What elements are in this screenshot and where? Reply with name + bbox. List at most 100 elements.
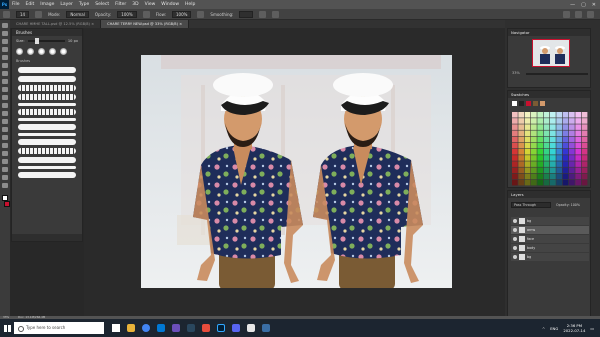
recent-swatch[interactable]	[512, 101, 517, 106]
color-swatch[interactable]	[569, 149, 575, 155]
path-select-tool-icon[interactable]	[2, 159, 8, 164]
color-swatch[interactable]	[537, 124, 544, 130]
navigator-zoom-value[interactable]: 33%	[512, 71, 520, 75]
eraser-tool-icon[interactable]	[2, 111, 8, 116]
taskbar-clock[interactable]: 2:36 PM 2022-07-14	[563, 323, 585, 333]
color-swatch[interactable]	[562, 161, 569, 167]
app-icon[interactable]	[247, 324, 255, 332]
color-swatch[interactable]	[562, 130, 569, 137]
color-swatch[interactable]	[569, 112, 575, 118]
color-swatch[interactable]	[550, 136, 556, 143]
color-swatch[interactable]	[575, 173, 582, 180]
background-color-swatch[interactable]	[3, 201, 10, 207]
layer-row[interactable]: arms	[511, 226, 589, 234]
lasso-tool-icon[interactable]	[2, 39, 8, 44]
color-swatch[interactable]	[518, 173, 525, 180]
notifications-icon[interactable]: ▭	[590, 326, 594, 331]
color-swatch[interactable]	[543, 118, 550, 124]
color-swatch[interactable]	[575, 161, 582, 167]
brush-tip[interactable]	[49, 48, 56, 55]
color-swatch[interactable]	[524, 130, 531, 137]
color-swatch[interactable]	[581, 173, 588, 180]
file-explorer-icon[interactable]	[127, 324, 135, 332]
color-swatch[interactable]	[531, 149, 537, 155]
color-swatch[interactable]	[550, 124, 556, 130]
brush-preset[interactable]	[18, 94, 76, 100]
color-swatch[interactable]	[575, 142, 582, 149]
brush-tip[interactable]	[60, 48, 67, 55]
color-swatch[interactable]	[562, 112, 569, 118]
menu-image[interactable]: Image	[37, 2, 57, 7]
recent-swatch[interactable]	[540, 101, 545, 106]
color-swatch[interactable]	[556, 149, 563, 155]
layer-row[interactable]: body	[511, 244, 589, 252]
menu-file[interactable]: File	[9, 2, 23, 7]
brush-preset[interactable]	[18, 148, 76, 154]
brush-preset[interactable]	[18, 67, 76, 73]
menu-window[interactable]: Window	[158, 2, 182, 7]
brush-tip[interactable]	[38, 48, 45, 55]
color-swatch[interactable]	[531, 124, 537, 130]
color-swatch[interactable]	[524, 161, 531, 167]
navigator-thumbnail[interactable]	[532, 39, 570, 67]
brush-size-picker[interactable]: 14	[16, 10, 30, 18]
color-swatch[interactable]	[562, 136, 569, 143]
eye-icon[interactable]	[513, 255, 517, 259]
color-swatch[interactable]	[550, 112, 556, 118]
navigator-zoom-slider[interactable]	[526, 73, 588, 75]
color-swatch[interactable]	[512, 179, 518, 186]
layer-row[interactable]: bg	[511, 217, 589, 225]
brush-tool-icon[interactable]	[3, 10, 10, 18]
color-swatch[interactable]	[524, 112, 531, 118]
color-swatch[interactable]	[569, 142, 575, 149]
color-swatch[interactable]	[569, 124, 575, 130]
color-swatch[interactable]	[524, 179, 531, 186]
mode-select[interactable]: Normal	[66, 10, 89, 18]
menu-view[interactable]: View	[142, 2, 159, 7]
recent-swatch[interactable]	[526, 101, 531, 106]
taskbar-search[interactable]: Type here to search	[14, 322, 104, 334]
stamp-tool-icon[interactable]	[2, 95, 8, 100]
color-swatch[interactable]	[581, 149, 588, 155]
brush-preset[interactable]	[18, 166, 76, 169]
tab-document-2[interactable]: CHARE TERRY NEW.psd @ 33% (RGB/8) ×	[101, 20, 190, 28]
color-swatch[interactable]	[512, 136, 518, 143]
color-swatch[interactable]	[581, 142, 588, 149]
color-swatch[interactable]	[531, 167, 537, 174]
color-swatch[interactable]	[512, 130, 518, 137]
color-swatch[interactable]	[512, 161, 518, 167]
color-swatch[interactable]	[531, 161, 537, 167]
airbrush-icon[interactable]	[197, 10, 205, 18]
steam-icon[interactable]	[187, 324, 195, 332]
brush-preset[interactable]	[18, 103, 76, 106]
color-swatch[interactable]	[512, 173, 518, 180]
eye-icon[interactable]	[513, 228, 517, 232]
color-swatch[interactable]	[543, 142, 550, 149]
color-swatch[interactable]	[575, 124, 582, 130]
color-swatch[interactable]	[581, 179, 588, 186]
color-swatch[interactable]	[562, 124, 569, 130]
brush-preset[interactable]	[18, 172, 76, 178]
color-swatch[interactable]	[518, 149, 525, 155]
brush-preset[interactable]	[18, 133, 76, 136]
menu-select[interactable]: Select	[92, 2, 112, 7]
color-swatch[interactable]	[518, 130, 525, 137]
color-swatch[interactable]	[518, 179, 525, 186]
recent-swatch[interactable]	[533, 101, 538, 106]
marquee-tool-icon[interactable]	[2, 31, 8, 36]
color-swatch[interactable]	[531, 173, 537, 180]
color-swatch[interactable]	[524, 118, 531, 124]
color-swatch[interactable]	[575, 149, 582, 155]
color-swatch[interactable]	[562, 167, 569, 174]
color-swatch[interactable]	[581, 136, 588, 143]
opacity-input[interactable]: 100%	[117, 10, 137, 18]
eye-icon[interactable]	[513, 219, 517, 223]
color-swatch[interactable]	[569, 173, 575, 180]
brush-tip[interactable]	[16, 48, 23, 55]
color-swatch[interactable]	[531, 136, 537, 143]
color-swatch[interactable]	[512, 149, 518, 155]
color-swatch[interactable]	[556, 179, 563, 186]
color-swatch[interactable]	[556, 112, 563, 118]
color-swatch[interactable]	[569, 155, 575, 161]
color-swatch[interactable]	[531, 179, 537, 186]
